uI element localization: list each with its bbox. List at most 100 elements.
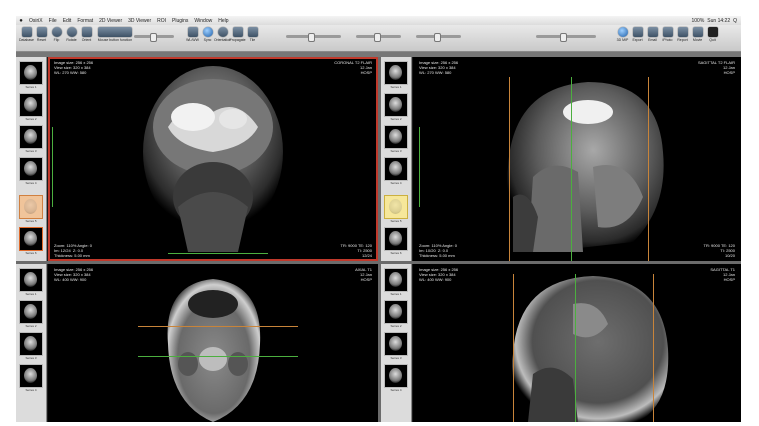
quit-icon: [707, 27, 718, 37]
image-info-bottom-left: Zoom: 110% Angle: 0 Im: 10/20 Z: 0.0 Thi…: [419, 243, 457, 258]
scale-bar: [419, 127, 420, 207]
opacity-slider[interactable]: [286, 33, 341, 42]
viewer-sagittal[interactable]: Image size: 256 x 256 View size: 320 x 3…: [413, 57, 741, 261]
battery-status[interactable]: 100%: [692, 18, 705, 24]
image-info-top-right: SAGITTAL T1 12 Jan HOSP: [710, 267, 735, 282]
reset-button[interactable]: Reset: [35, 27, 48, 42]
menu-3d-viewer[interactable]: 3D Viewer: [125, 18, 154, 24]
reference-line[interactable]: [648, 77, 649, 261]
series-thumbnail[interactable]: Series 3: [384, 332, 408, 360]
series-thumbnail[interactable]: Series 4: [384, 157, 408, 185]
tile-icon: [247, 27, 258, 37]
tile-button[interactable]: Tile: [246, 27, 259, 42]
database-button[interactable]: Database: [19, 27, 34, 42]
image-info-top-left: Image size: 256 x 256 View size: 320 x 3…: [54, 267, 94, 282]
toolbar: Database Reset Flip Rotate Orient Mouse …: [16, 25, 741, 52]
series-thumbnail[interactable]: Series 5: [384, 195, 408, 223]
spotlight-icon[interactable]: Q: [733, 18, 737, 24]
viewer-coronal[interactable]: Image size: 256 x 256 View size: 320 x 3…: [48, 57, 378, 261]
image-info-bottom-right: TR: 9000 TE: 120 TI: 2500 10/20: [703, 243, 736, 258]
reset-icon: [36, 27, 47, 37]
crosshair-line[interactable]: [168, 253, 268, 254]
orientation-button[interactable]: Orientation: [214, 27, 231, 42]
rotate-button[interactable]: Rotate: [65, 27, 78, 42]
viewer-sagittal-t1[interactable]: Image size: 256 x 256 View size: 320 x 3…: [413, 264, 741, 422]
series-thumbnail[interactable]: Series 4: [19, 157, 43, 185]
clock[interactable]: Sun 14:22: [707, 18, 730, 24]
sync-button[interactable]: Sync: [201, 27, 214, 42]
image-info-top-left: Image size: 256 x 256 View size: 320 x 3…: [419, 267, 459, 282]
thickness-slider[interactable]: [356, 33, 401, 42]
propagate-button[interactable]: Propagate: [229, 27, 246, 42]
orient-button[interactable]: Orient: [80, 27, 93, 42]
thumbnail-strip: Series 1 Series 2 Series 3 Series 4 Seri…: [16, 57, 47, 261]
menu-file[interactable]: File: [46, 18, 60, 24]
series-thumbnail[interactable]: Series 5: [19, 195, 43, 223]
report-icon: [677, 27, 688, 37]
series-thumbnail[interactable]: Series 2: [384, 300, 408, 328]
reference-line[interactable]: [509, 77, 510, 261]
series-thumbnail[interactable]: Series 3: [384, 125, 408, 153]
crosshair-line[interactable]: [575, 274, 576, 422]
sync-icon: [202, 27, 213, 37]
wlww-button[interactable]: WL/WW: [186, 27, 199, 42]
series-thumbnail[interactable]: Series 2: [19, 93, 43, 121]
quit-button[interactable]: Quit: [706, 27, 719, 42]
app-window: ● OsiriX File Edit Format 2D Viewer 3D V…: [16, 16, 741, 422]
series-thumbnail[interactable]: Series 1: [384, 268, 408, 296]
orientation-icon: [217, 27, 228, 37]
frame-slider[interactable]: [536, 33, 596, 42]
flip-icon: [51, 27, 62, 37]
toolbar-mid-group: WL/WW Sync Orientation Propagate Tile: [186, 27, 259, 49]
thumbnail-strip: Series 1 Series 2 Series 3 Series 4: [381, 264, 412, 422]
flip-button[interactable]: Flip: [50, 27, 63, 42]
series-thumbnail[interactable]: Series 4: [19, 364, 43, 392]
series-thumbnail-selected[interactable]: Series 6: [19, 227, 43, 255]
wl-slider[interactable]: [134, 33, 174, 42]
menu-2d-viewer[interactable]: 2D Viewer: [96, 18, 125, 24]
movie-button[interactable]: Movie: [691, 27, 704, 42]
series-thumbnail[interactable]: Series 6: [384, 227, 408, 255]
thumbnail-strip: Series 1 Series 2 Series 3 Series 4 Seri…: [381, 57, 412, 261]
email-button[interactable]: Email: [646, 27, 659, 42]
crosshair-line[interactable]: [571, 77, 572, 261]
reference-line[interactable]: [513, 274, 514, 422]
mip-button[interactable]: 3D MIP: [616, 27, 629, 42]
toolbar-right-group: 3D MIP Export Email iPhoto Report Movie …: [616, 27, 719, 49]
mouse-function-button[interactable]: Mouse button function: [95, 27, 135, 42]
menu-status: 100% Sun 14:22 Q: [692, 18, 742, 24]
series-thumbnail[interactable]: Series 2: [19, 300, 43, 328]
toolbar-left-group: Database Reset Flip Rotate Orient Mouse …: [19, 27, 135, 49]
series-thumbnail[interactable]: Series 3: [19, 125, 43, 153]
orient-icon: [81, 27, 92, 37]
viewer-axial[interactable]: Image size: 256 x 256 View size: 320 x 3…: [48, 264, 378, 422]
series-thumbnail[interactable]: Series 3: [19, 332, 43, 360]
menu-osirix[interactable]: OsiriX: [26, 18, 46, 24]
email-icon: [647, 27, 658, 37]
menu-edit[interactable]: Edit: [60, 18, 75, 24]
zoom-slider[interactable]: [416, 33, 461, 42]
menu-window[interactable]: Window: [191, 18, 215, 24]
menu-roi[interactable]: ROI: [154, 18, 169, 24]
series-thumbnail[interactable]: Series 2: [384, 93, 408, 121]
reference-line[interactable]: [138, 326, 298, 327]
apple-icon[interactable]: ●: [16, 18, 26, 24]
sagittal-brain-image: [507, 82, 664, 252]
menu-help[interactable]: Help: [215, 18, 231, 24]
reference-line[interactable]: [653, 274, 654, 422]
series-thumbnail[interactable]: Series 4: [384, 364, 408, 392]
image-info-top-right: CORONAL T2 FLAIR 12 Jan HOSP: [334, 60, 372, 75]
report-button[interactable]: Report: [676, 27, 689, 42]
export-button[interactable]: Export: [631, 27, 644, 42]
series-thumbnail[interactable]: Series 1: [19, 61, 43, 89]
image-info-top-left: Image size: 256 x 256 View size: 320 x 3…: [419, 60, 459, 75]
series-thumbnail[interactable]: Series 1: [19, 268, 43, 296]
crosshair-line[interactable]: [138, 356, 298, 357]
series-thumbnail[interactable]: Series 1: [384, 61, 408, 89]
menu-plugins[interactable]: Plugins: [169, 18, 191, 24]
menu-format[interactable]: Format: [74, 18, 96, 24]
export-icon: [632, 27, 643, 37]
photo-icon: [662, 27, 673, 37]
database-icon: [21, 27, 32, 37]
iphoto-button[interactable]: iPhoto: [661, 27, 674, 42]
